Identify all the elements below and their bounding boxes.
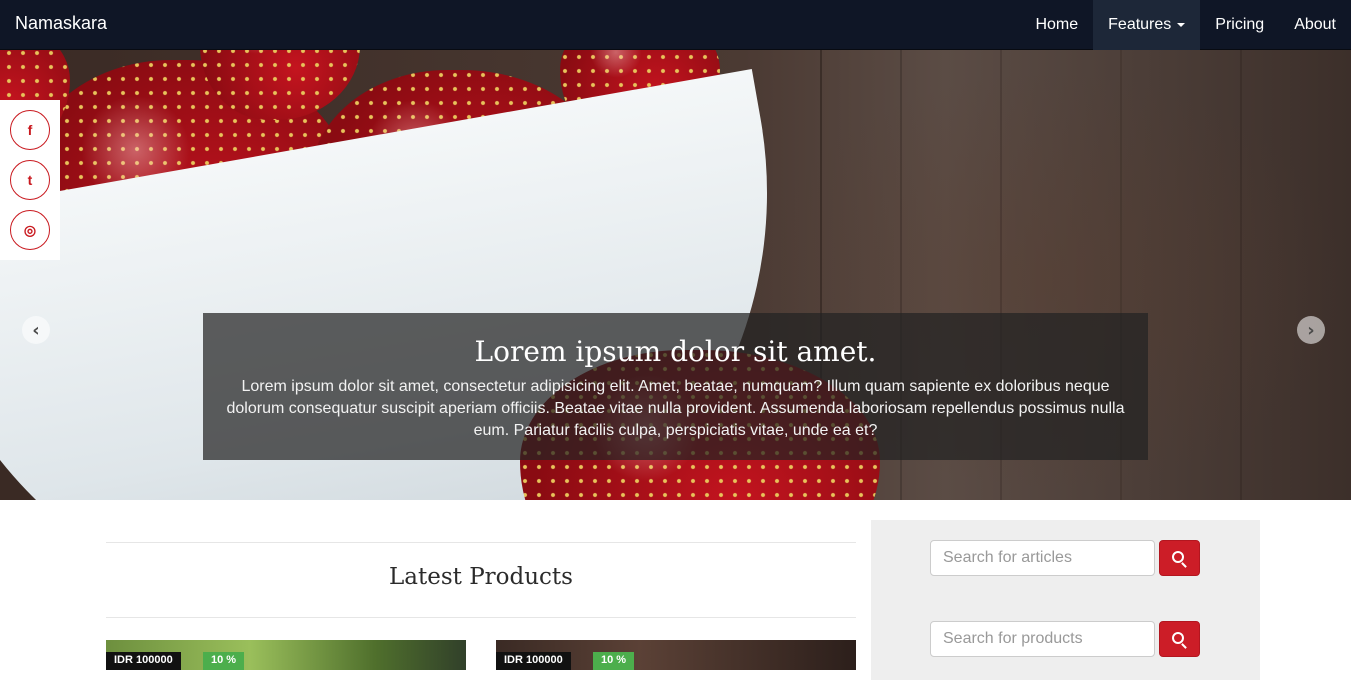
- article-search-input[interactable]: [930, 540, 1155, 576]
- chevron-right-icon: ›: [1307, 319, 1315, 341]
- price-tag: IDR 100000: [496, 652, 571, 670]
- social-sidebar: f t ◎: [0, 100, 60, 260]
- carousel-prev-button[interactable]: ‹: [22, 316, 50, 344]
- product-search-input[interactable]: [930, 621, 1155, 657]
- instagram-icon: ◎: [23, 221, 37, 238]
- search-icon: [1172, 550, 1184, 563]
- chevron-down-icon: [1177, 23, 1186, 27]
- product-card[interactable]: IDR 100000 10 %: [106, 640, 466, 670]
- brand-logo[interactable]: Namaskara: [15, 13, 107, 34]
- top-navbar: Namaskara Home Features Pricing About: [0, 0, 1351, 50]
- facebook-icon: f: [27, 122, 33, 138]
- product-card[interactable]: IDR 100000 10 %: [496, 640, 856, 670]
- facebook-button[interactable]: f: [10, 110, 50, 150]
- nav-features-label: Features: [1108, 16, 1172, 33]
- article-search-button[interactable]: [1159, 540, 1200, 576]
- product-search-button[interactable]: [1159, 621, 1200, 657]
- carousel-next-button[interactable]: ›: [1297, 316, 1325, 344]
- caption-title: Lorem ipsum dolor sit amet.: [474, 335, 877, 368]
- divider: [106, 617, 856, 618]
- chevron-left-icon: ‹: [32, 319, 40, 341]
- nav-about[interactable]: About: [1279, 0, 1351, 50]
- nav-home[interactable]: Home: [1020, 0, 1093, 50]
- discount-badge: 10 %: [593, 652, 635, 670]
- nav-features-dropdown[interactable]: Features: [1093, 0, 1201, 50]
- search-icon: [1172, 631, 1184, 644]
- caption-text: Lorem ipsum dolor sit amet, consectetur …: [226, 378, 1125, 439]
- price-tag: IDR 100000: [106, 652, 181, 670]
- section-title: Latest Products: [389, 564, 573, 590]
- main-nav: Home Features Pricing About: [1020, 0, 1351, 50]
- carousel-caption: Lorem ipsum dolor sit amet. Lorem ipsum …: [203, 313, 1148, 460]
- twitter-icon: t: [27, 172, 33, 188]
- search-sidebar: [871, 520, 1260, 680]
- nav-pricing[interactable]: Pricing: [1200, 0, 1279, 50]
- discount-badge: 10 %: [203, 652, 245, 670]
- twitter-button[interactable]: t: [10, 160, 50, 200]
- divider: [106, 542, 856, 543]
- instagram-button[interactable]: ◎: [10, 210, 50, 250]
